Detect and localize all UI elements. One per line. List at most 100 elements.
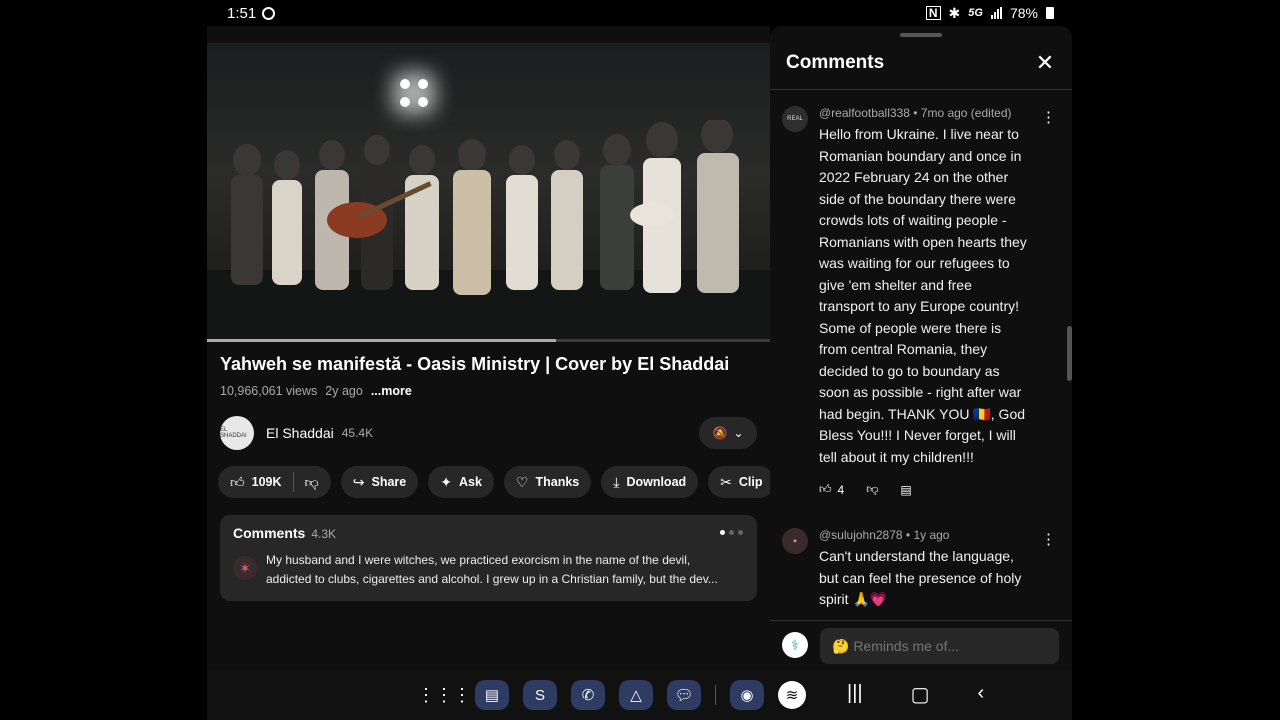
video-title: Yahweh se manifestă - Oasis Ministry | C… xyxy=(220,354,730,374)
drive-app-icon[interactable]: △ xyxy=(619,680,653,710)
stage-light xyxy=(400,97,410,107)
shazam-app-icon[interactable]: S xyxy=(523,680,557,710)
commenter-avatar[interactable]: REAL xyxy=(782,106,808,132)
close-icon[interactable]: ✕ xyxy=(1032,50,1058,76)
bluetooth-icon: ✱ xyxy=(948,4,961,21)
spotify-app-icon[interactable]: ≋ xyxy=(778,681,806,709)
commenter-avatar[interactable]: ✶ xyxy=(782,528,808,554)
sparkle-icon: ✦ xyxy=(440,473,452,490)
more-link[interactable]: ...more xyxy=(371,384,412,398)
comments-panel: Comments ✕ REAL @realfootball338 • 7mo a… xyxy=(770,26,1072,670)
comment-line: soon as possible - right after war xyxy=(819,384,1022,400)
comment-line: 2022 February 24 on the other xyxy=(819,169,1009,185)
comments-panel-title: Comments xyxy=(786,52,885,73)
commenter-avatar: ✶ xyxy=(233,556,257,580)
drag-handle[interactable] xyxy=(900,33,942,37)
battery-icon xyxy=(1046,7,1054,19)
divider xyxy=(715,685,716,705)
channel-row: EL SHADDAI El Shaddai 45.4K 🔕 ⌄ xyxy=(220,416,757,450)
comment-body: Hello from Ukraine. I live near to Roman… xyxy=(819,124,1047,468)
comment-line: Some of people were there is xyxy=(819,319,1002,336)
thumbs-down-icon[interactable]: 👎︎ xyxy=(305,474,319,491)
comment-line: crowds lots of waiting people - xyxy=(819,212,1007,228)
thumbs-down-icon[interactable]: 👎︎ xyxy=(866,482,878,497)
comments-count: 4.3K xyxy=(311,527,337,541)
stage-light xyxy=(418,79,428,89)
comment-line: tell about it my children!!! xyxy=(819,448,974,465)
carousel-dots xyxy=(720,530,743,535)
divider xyxy=(770,89,1072,90)
video-frame-illustration xyxy=(207,120,770,340)
thanks-button[interactable]: ♡ Thanks xyxy=(503,466,592,498)
comment-meta[interactable]: @sulujohn2878 • 1y ago xyxy=(819,528,949,542)
reply-icon[interactable]: ▤ xyxy=(900,483,911,497)
comment-line: Can't understand the language, xyxy=(819,548,1014,564)
scissors-icon: ✂ xyxy=(720,473,732,490)
taskbar: ⋮⋮⋮ ▤ S ✆ △ 💬︎ ◉ ≋ ||| ▢ ‹ xyxy=(207,670,1072,720)
comment-item: ✶ @sulujohn2878 • 1y ago ⋮ Can't underst… xyxy=(782,528,1060,618)
stage-light xyxy=(400,79,410,89)
signal-icon xyxy=(990,7,1002,19)
comment-line: had begin. THANK YOU 🇷🇴, God xyxy=(819,405,1026,422)
comment-line: but can feel the presence of holy xyxy=(819,569,1022,586)
comment-body: Can't understand the language, but can f… xyxy=(819,546,1059,611)
comment-line: was waiting for our refugees to xyxy=(819,255,1010,271)
user-avatar[interactable]: ⚕ xyxy=(782,632,808,658)
comment-line: Bless You!!! I Never forget, I will xyxy=(819,427,1016,443)
comment-line: Romanians with open hearts they xyxy=(819,233,1027,250)
comment-line: Romanian boundary and once in xyxy=(819,147,1022,164)
messages-app-icon[interactable]: 💬︎ xyxy=(667,680,701,710)
home-icon[interactable]: ▢ xyxy=(911,682,930,707)
video-progress-fill xyxy=(207,339,557,342)
comment-like-button[interactable]: 👍︎ 4 xyxy=(819,482,844,497)
video-panel: Yahweh se manifestă - Oasis Ministry | C… xyxy=(207,26,770,670)
channel-name[interactable]: El Shaddai xyxy=(266,425,334,441)
comment-line: Hello from Ukraine. I live near to xyxy=(819,126,1019,142)
like-count: 109K xyxy=(251,475,282,489)
share-button[interactable]: ↪ Share xyxy=(340,466,419,498)
phone-app-icon[interactable]: ✆ xyxy=(571,680,605,710)
status-left: 1:51 xyxy=(207,5,276,22)
comments-teaser-card[interactable]: Comments 4.3K ✶ My husband and I were wi… xyxy=(220,515,757,601)
share-label: Share xyxy=(371,475,407,489)
battery-label: 78% xyxy=(1009,5,1038,21)
notification-icon xyxy=(262,6,276,20)
comment-line: side of the boundary there were xyxy=(819,190,1016,207)
view-count: 10,966,061 views xyxy=(220,384,318,398)
docs-app-icon[interactable]: ▤ xyxy=(475,680,509,710)
download-button[interactable]: ⤓ Download xyxy=(601,466,699,498)
subscriber-count: 45.4K xyxy=(341,426,374,440)
network-label: 5G xyxy=(968,7,983,19)
like-dislike-button[interactable]: 👍︎ 109K 👎︎ xyxy=(218,466,331,498)
comment-line: give 'em shelter and free xyxy=(819,276,972,293)
comment-meta[interactable]: @realfootball338 • 7mo ago (edited) xyxy=(819,106,1012,120)
comment-input[interactable] xyxy=(820,628,1059,664)
nfc-icon: N xyxy=(925,6,941,20)
channel-avatar[interactable]: EL SHADDAI xyxy=(220,416,254,450)
top-comment-line: addicted to clubs, cigarettes and alcoho… xyxy=(266,572,718,586)
video-meta: 10,966,061 views 2y ago ...more xyxy=(220,384,412,398)
comment-line: transport to any Europe country! xyxy=(819,298,1019,314)
thumbs-up-icon: 👍︎ xyxy=(819,482,832,496)
download-label: Download xyxy=(626,475,687,489)
upload-age: 2y ago xyxy=(325,384,363,398)
video-player[interactable] xyxy=(207,43,770,340)
download-icon: ⤓ xyxy=(613,473,620,490)
thanks-label: Thanks xyxy=(535,475,580,489)
app-drawer-icon[interactable]: ⋮⋮⋮ xyxy=(417,680,471,710)
notification-bell-button[interactable]: 🔕 ⌄ xyxy=(699,417,757,449)
thumbs-up-icon[interactable]: 👍︎ xyxy=(230,474,245,491)
camera-app-icon[interactable]: ◉ xyxy=(730,680,764,710)
clip-button[interactable]: ✂ Clip xyxy=(708,466,770,498)
comment-line: spirit 🙏💗 xyxy=(819,591,888,607)
video-progress-bar[interactable] xyxy=(207,339,770,342)
ask-button[interactable]: ✦ Ask xyxy=(428,466,494,498)
comment-line: from central Romania, they xyxy=(819,341,988,357)
back-icon[interactable]: ‹ xyxy=(978,682,985,707)
comment-like-count: 4 xyxy=(837,482,845,497)
chevron-down-icon: ⌄ xyxy=(733,426,744,440)
recents-icon[interactable]: ||| xyxy=(847,682,863,707)
top-comment-preview: My husband and I were witches, we practi… xyxy=(266,551,748,589)
scrollbar-thumb[interactable] xyxy=(1067,326,1072,381)
share-icon: ↪ xyxy=(352,473,365,490)
